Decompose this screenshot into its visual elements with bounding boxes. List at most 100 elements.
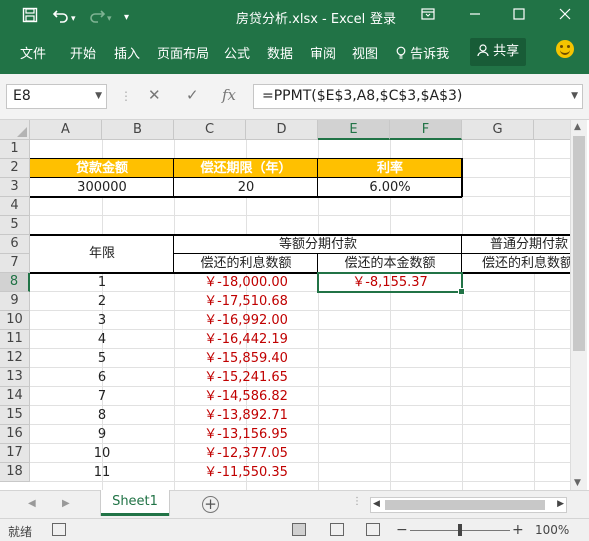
vertical-scroll-thumb[interactable]: [573, 136, 585, 351]
column-header-g[interactable]: G: [462, 120, 534, 140]
zoom-level[interactable]: 100%: [535, 523, 569, 537]
drag-handle-icon[interactable]: ⋮: [120, 89, 132, 103]
horizontal-scroll-thumb[interactable]: [385, 500, 545, 510]
row-header-15[interactable]: 15: [0, 406, 30, 425]
year-cell[interactable]: 4: [30, 330, 174, 349]
rate-header[interactable]: 利率: [318, 159, 462, 178]
column-header-partial[interactable]: [534, 120, 574, 140]
save-icon[interactable]: [22, 7, 38, 28]
tab-file[interactable]: 文件: [20, 43, 46, 62]
interest-cell[interactable]: ￥-14,586.82: [174, 387, 318, 406]
insert-function-icon[interactable]: fx: [222, 86, 236, 104]
close-icon[interactable]: [555, 6, 575, 26]
tab-data[interactable]: 数据: [267, 43, 293, 62]
column-header-a[interactable]: A: [30, 120, 102, 140]
maximize-icon[interactable]: [509, 6, 529, 26]
row-header-3[interactable]: 3: [0, 178, 30, 197]
year-header[interactable]: 年限: [30, 235, 174, 273]
row-header-2[interactable]: 2: [0, 159, 30, 178]
smiley-icon[interactable]: [556, 40, 574, 58]
undo-icon[interactable]: [52, 7, 70, 28]
share-button[interactable]: 共享: [470, 38, 526, 66]
next-sheet-icon[interactable]: ▶: [62, 498, 70, 509]
principal-header[interactable]: 偿还的本金数额: [318, 254, 462, 273]
worksheet-grid[interactable]: A B C D E F G 1 2 3 4 5 6 7 8 9 10 11 12…: [0, 120, 589, 490]
zoom-in-icon[interactable]: +: [512, 522, 524, 538]
scroll-left-icon[interactable]: ◀: [373, 499, 380, 509]
row-header-10[interactable]: 10: [0, 311, 30, 330]
formula-input[interactable]: =PPMT($E$3,A8,$C$3,$A$3) ▼: [253, 84, 583, 109]
customize-quick-access-icon[interactable]: ▾: [124, 9, 129, 27]
row-header-8[interactable]: 8: [0, 273, 30, 292]
add-sheet-button[interactable]: +: [202, 496, 219, 513]
vertical-scrollbar[interactable]: ▲ ▼: [570, 120, 587, 490]
chevron-down-icon[interactable]: ▼: [571, 85, 578, 108]
tab-review[interactable]: 审阅: [310, 43, 336, 62]
chevron-down-icon[interactable]: ▾: [71, 10, 76, 28]
row-header-16[interactable]: 16: [0, 425, 30, 444]
row-header-13[interactable]: 13: [0, 368, 30, 387]
sheet-tab-sheet1[interactable]: Sheet1: [101, 490, 169, 516]
year-cell[interactable]: 1: [30, 273, 174, 292]
ribbon-display-options-icon[interactable]: [418, 6, 438, 26]
tell-me[interactable]: 告诉我: [396, 43, 449, 62]
select-all-button[interactable]: [0, 120, 30, 140]
horizontal-scrollbar[interactable]: ◀ ▶: [370, 497, 567, 513]
loan-amount-cell[interactable]: 300000: [30, 178, 174, 197]
name-box[interactable]: E8 ▼: [6, 84, 107, 109]
year-cell[interactable]: 3: [30, 311, 174, 330]
interest-cell[interactable]: ￥-15,241.65: [174, 368, 318, 387]
interest-cell[interactable]: ￥-13,892.71: [174, 406, 318, 425]
interest-cell[interactable]: ￥-15,859.40: [174, 349, 318, 368]
interest-cell[interactable]: ￥-16,442.19: [174, 330, 318, 349]
zoom-out-icon[interactable]: −: [396, 522, 408, 538]
active-cell-selection[interactable]: [317, 272, 465, 295]
zoom-slider-thumb[interactable]: [458, 524, 462, 536]
minimize-icon[interactable]: [465, 6, 485, 26]
interest-cell[interactable]: ￥-13,156.95: [174, 425, 318, 444]
row-header-4[interactable]: 4: [0, 197, 30, 216]
interest-cell[interactable]: ￥-18,000.00: [174, 273, 318, 292]
interest-cell[interactable]: ￥-12,377.05: [174, 444, 318, 463]
cancel-icon[interactable]: ✕: [148, 86, 161, 104]
tab-formulas[interactable]: 公式: [224, 43, 250, 62]
prev-sheet-icon[interactable]: ◀: [28, 498, 36, 509]
login-link[interactable]: 登录: [370, 8, 396, 27]
interest-cell[interactable]: ￥-17,510.68: [174, 292, 318, 311]
equal-installment-header[interactable]: 等额分期付款: [174, 235, 462, 254]
row-header-1[interactable]: 1: [0, 140, 30, 159]
row-header-18[interactable]: 18: [0, 463, 30, 482]
scroll-down-icon[interactable]: ▼: [574, 478, 581, 488]
row-header-7[interactable]: 7: [0, 254, 30, 273]
tab-page-layout[interactable]: 页面布局: [157, 43, 209, 62]
year-cell[interactable]: 5: [30, 349, 174, 368]
year-cell[interactable]: 7: [30, 387, 174, 406]
row-header-6[interactable]: 6: [0, 235, 30, 254]
normal-view-icon[interactable]: [292, 523, 306, 536]
year-cell[interactable]: 8: [30, 406, 174, 425]
column-header-d[interactable]: D: [246, 120, 318, 140]
ordinary-installment-header[interactable]: 普通分期付款: [462, 235, 570, 254]
interest-cell[interactable]: ￥-16,992.00: [174, 311, 318, 330]
scroll-up-icon[interactable]: ▲: [574, 122, 581, 132]
term-header[interactable]: 偿还期限（年）: [174, 159, 318, 178]
interest-cell[interactable]: ￥-11,550.35: [174, 463, 318, 482]
macro-record-icon[interactable]: [52, 523, 66, 536]
column-header-e[interactable]: E: [318, 120, 390, 140]
year-cell[interactable]: 2: [30, 292, 174, 311]
row-header-12[interactable]: 12: [0, 349, 30, 368]
interest-header[interactable]: 偿还的利息数额: [174, 254, 318, 273]
column-header-f[interactable]: F: [390, 120, 462, 140]
column-header-b[interactable]: B: [102, 120, 174, 140]
row-header-14[interactable]: 14: [0, 387, 30, 406]
chevron-down-icon[interactable]: ▼: [95, 85, 102, 108]
tab-home[interactable]: 开始: [70, 43, 96, 62]
loan-amount-header[interactable]: 贷款金额: [30, 159, 174, 178]
row-header-17[interactable]: 17: [0, 444, 30, 463]
tab-insert[interactable]: 插入: [114, 43, 140, 62]
scroll-right-icon[interactable]: ▶: [557, 499, 564, 509]
tab-view[interactable]: 视图: [352, 43, 378, 62]
interest-header-g[interactable]: 偿还的利息数额: [462, 254, 570, 273]
row-header-9[interactable]: 9: [0, 292, 30, 311]
year-cell[interactable]: 6: [30, 368, 174, 387]
